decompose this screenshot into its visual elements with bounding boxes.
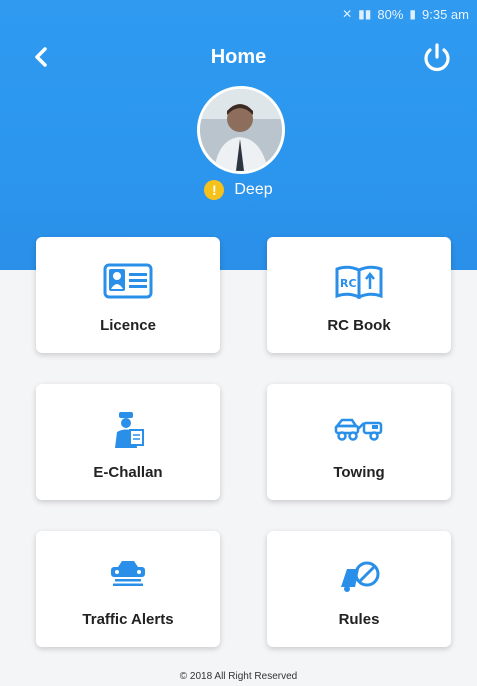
profile-photo xyxy=(200,89,282,171)
rc-book-icon: RC xyxy=(335,265,383,300)
svg-text:RC: RC xyxy=(340,277,357,290)
rules-sign-icon xyxy=(341,561,380,592)
header-banner: ✕ ▮▮ 80% ▮ 9:35 am Home ! Deep xyxy=(0,0,477,270)
avatar[interactable] xyxy=(197,86,285,174)
rc-book-card[interactable]: RC RC Book xyxy=(267,237,451,353)
towing-card[interactable]: Towing xyxy=(267,384,451,500)
officer-icon xyxy=(115,412,144,448)
rules-label: Rules xyxy=(338,611,380,628)
top-bar: Home xyxy=(0,30,477,86)
power-icon xyxy=(424,43,450,72)
licence-card[interactable]: Licence xyxy=(36,237,220,353)
clock: 9:35 am xyxy=(422,6,469,22)
status-bar: ✕ ▮▮ 80% ▮ 9:35 am xyxy=(0,0,477,28)
traffic-alerts-card[interactable]: Traffic Alerts xyxy=(36,531,220,647)
copyright-footer: © 2018 All Right Reserved xyxy=(179,671,298,682)
battery-level: 80% xyxy=(377,6,404,22)
licence-label: Licence xyxy=(100,317,156,334)
logout-button[interactable] xyxy=(419,40,455,76)
signal-icon: ▮▮ xyxy=(358,7,372,21)
e-challan-label: E-Challan xyxy=(93,464,163,481)
page-title: Home xyxy=(210,46,267,68)
user-name: Deep xyxy=(234,181,273,198)
car-alert-icon xyxy=(111,561,145,586)
traffic-alerts-label: Traffic Alerts xyxy=(82,611,174,628)
tow-truck-icon xyxy=(334,418,383,441)
mute-icon: ✕ xyxy=(342,7,353,21)
warning-icon[interactable]: ! xyxy=(204,180,225,200)
rules-card[interactable]: Rules xyxy=(267,531,451,647)
e-challan-card[interactable]: E-Challan xyxy=(36,384,220,500)
id-card-icon xyxy=(103,263,153,299)
user-row: ! Deep xyxy=(0,180,477,200)
battery-icon: ▮ xyxy=(409,7,417,21)
rc-book-label: RC Book xyxy=(327,317,391,334)
towing-label: Towing xyxy=(333,464,385,481)
